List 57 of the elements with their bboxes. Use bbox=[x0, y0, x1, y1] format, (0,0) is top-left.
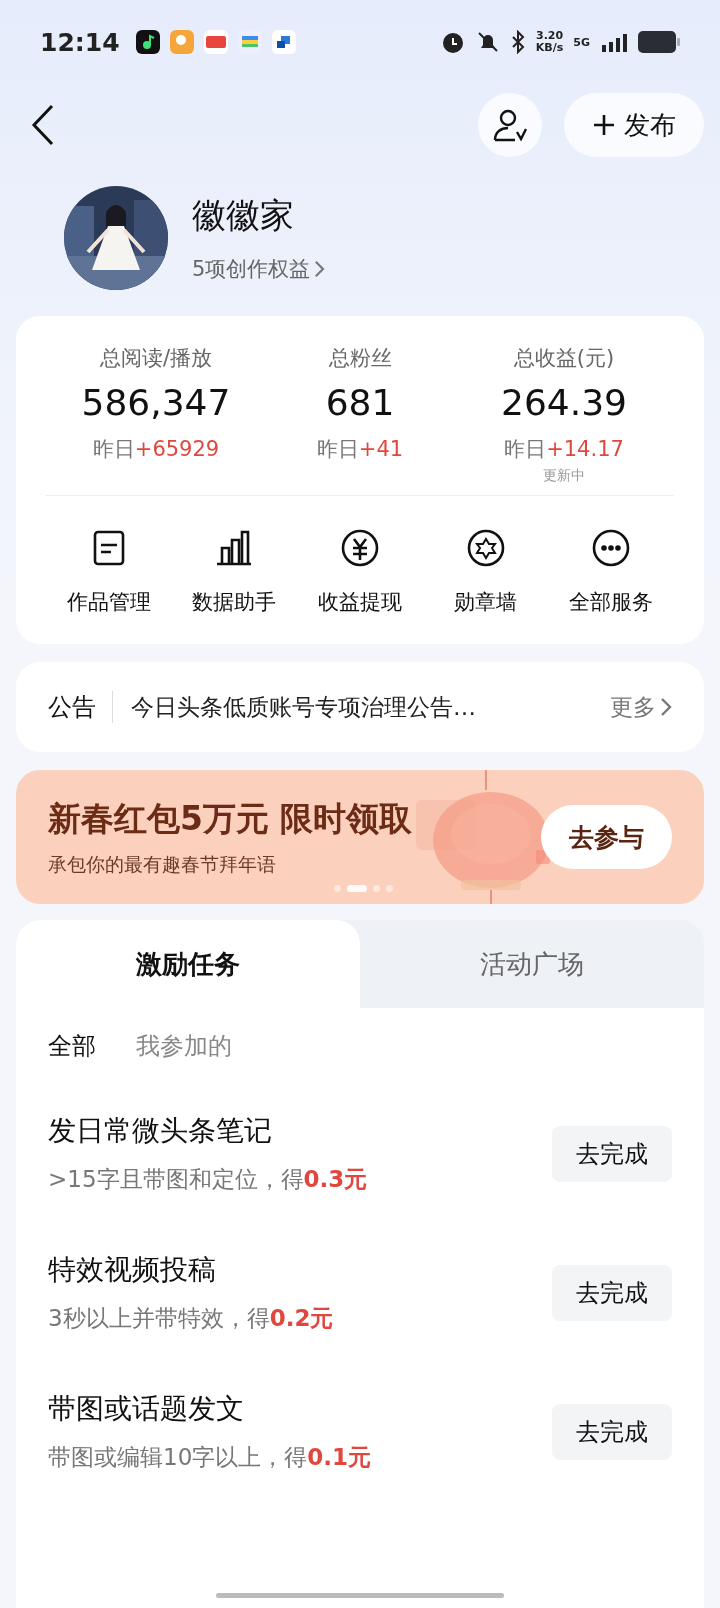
more-link[interactable]: 更多 bbox=[610, 691, 672, 723]
stat-label: 总粉丝 bbox=[328, 345, 392, 372]
complete-button[interactable]: 去完成 bbox=[552, 1125, 672, 1182]
stat-delta: 昨日+41 bbox=[316, 436, 404, 463]
signal-icon bbox=[600, 32, 628, 52]
task-title: 特效视频投稿 bbox=[48, 1252, 217, 1288]
promo-banner[interactable]: 新春红包5万元 限时领取 承包你的最有趣春节拜年语 去参与 bbox=[16, 770, 704, 904]
windows-app-icon bbox=[271, 30, 296, 54]
plus-icon bbox=[592, 113, 616, 137]
banner-title: 新春红包5万元 限时领取 bbox=[48, 797, 414, 840]
notice-label: 公告 bbox=[48, 691, 113, 723]
speed-unit: KB/s bbox=[535, 42, 564, 54]
service-button[interactable]: 全部服务 bbox=[548, 528, 674, 616]
battery-icon bbox=[638, 30, 680, 54]
complete-button[interactable]: 去完成 bbox=[552, 1403, 672, 1460]
task-description: >15字且带图和定位，得0.3元 bbox=[48, 1165, 369, 1194]
wallet-app-icon bbox=[237, 30, 262, 54]
service-button[interactable]: 数据助手 bbox=[171, 528, 298, 616]
stat-value: 264.39 bbox=[501, 382, 627, 423]
user-name: 徽徽家 bbox=[192, 194, 295, 237]
join-button[interactable]: 去参与 bbox=[541, 805, 672, 869]
network-speed: 3.20 bbox=[536, 30, 564, 42]
back-icon[interactable] bbox=[30, 103, 56, 147]
medal-icon bbox=[465, 528, 506, 568]
more-icon bbox=[591, 528, 632, 568]
notice-text[interactable]: 今日头条低质账号专项治理公告… bbox=[131, 691, 610, 723]
news-app-icon bbox=[203, 30, 228, 54]
stat-value: 681 bbox=[325, 382, 395, 423]
task-title: 带图或话题发文 bbox=[48, 1391, 245, 1427]
stat-label: 总阅读/播放 bbox=[99, 345, 213, 372]
benefits-link[interactable]: 5项创作权益 bbox=[192, 255, 326, 283]
service-button[interactable]: 收益提现 bbox=[297, 528, 423, 616]
service-button[interactable]: 勋章墙 bbox=[422, 528, 549, 616]
map-pin-app-icon bbox=[169, 30, 194, 54]
stat-delta: 昨日+65929 bbox=[92, 436, 220, 463]
stat-note: 更新中 bbox=[543, 467, 585, 485]
publish-button[interactable]: 发布 bbox=[564, 93, 704, 157]
network-type: 5G bbox=[573, 35, 590, 49]
music-app-icon bbox=[135, 30, 160, 54]
filter-tab[interactable]: 我参加的 bbox=[136, 1030, 232, 1062]
filter-tab[interactable]: 全部 bbox=[48, 1030, 96, 1062]
chevron-right-icon bbox=[314, 260, 326, 278]
chevron-right-icon bbox=[660, 697, 672, 717]
banner-subtitle: 承包你的最有趣春节拜年语 bbox=[48, 851, 277, 877]
task-description: 3秒以上并带特效，得0.2元 bbox=[48, 1304, 335, 1333]
stat-value: 586,347 bbox=[81, 382, 231, 423]
stat-label: 总收益(元) bbox=[513, 345, 615, 372]
service-button[interactable]: 作品管理 bbox=[46, 528, 172, 616]
task-description: 带图或编辑10字以上，得0.1元 bbox=[48, 1443, 373, 1472]
stat-delta: 昨日+14.17 bbox=[504, 436, 624, 463]
complete-button[interactable]: 去完成 bbox=[552, 1264, 672, 1321]
bell-muted-icon bbox=[475, 30, 500, 54]
tab[interactable]: 激励任务 bbox=[16, 920, 360, 1008]
status-time: 12:14 bbox=[40, 27, 120, 57]
yuan-coin-icon bbox=[340, 528, 380, 568]
bluetooth-icon bbox=[509, 30, 526, 54]
task-title: 发日常微头条笔记 bbox=[48, 1113, 273, 1149]
